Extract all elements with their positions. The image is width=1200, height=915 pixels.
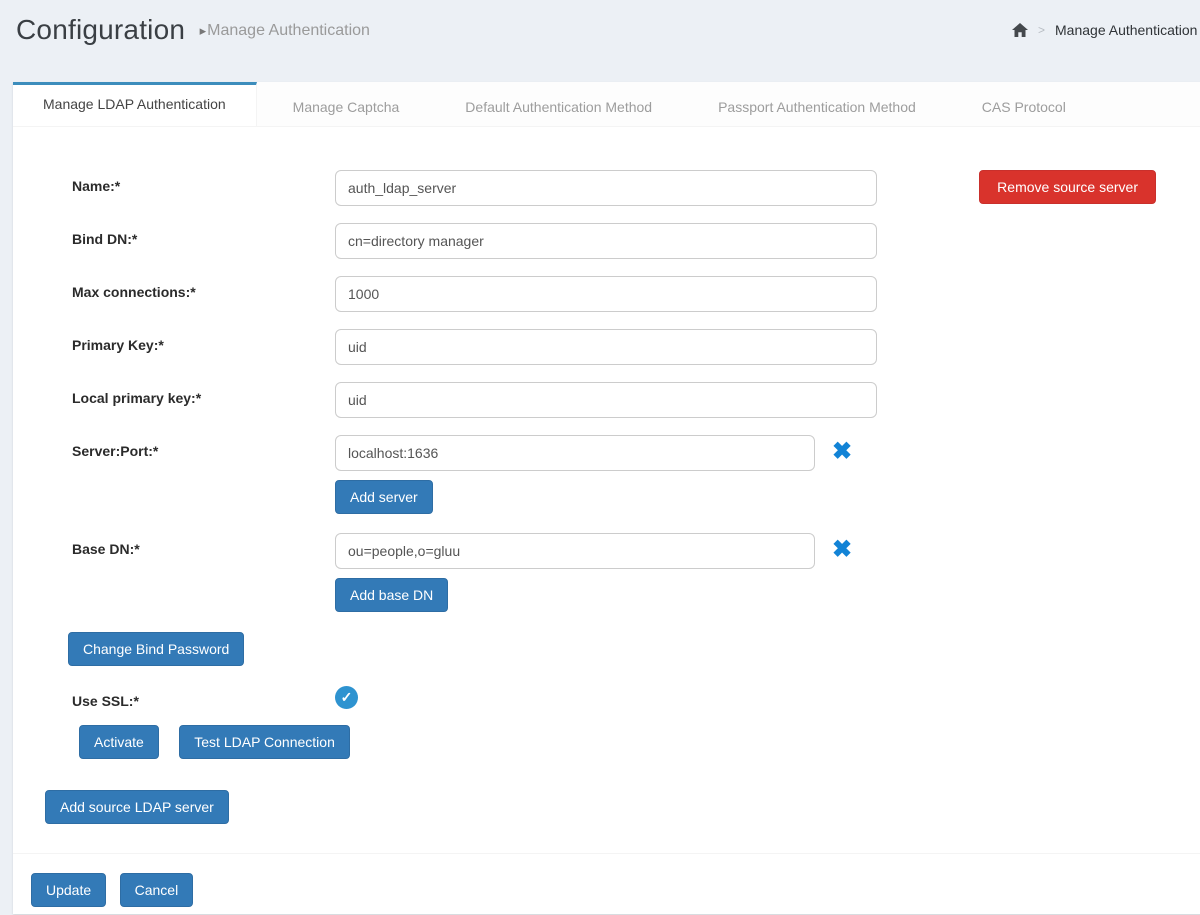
bind-dn-label: Bind DN:* (72, 223, 335, 259)
local-primary-key-input[interactable] (335, 382, 877, 418)
tabs-box: Manage LDAP Authentication Manage Captch… (13, 82, 1200, 914)
tab-default-authentication-method[interactable]: Default Authentication Method (435, 82, 682, 126)
add-base-dn-row: Add base DN (335, 578, 1188, 612)
tab-manage-captcha[interactable]: Manage Captcha (263, 82, 430, 126)
tab-cas-protocol[interactable]: CAS Protocol (952, 82, 1096, 126)
form-row-server-port: Server:Port:* ✖ (72, 435, 1188, 471)
local-primary-key-label: Local primary key:* (72, 382, 335, 418)
form-row-base-dn: Base DN:* ✖ (72, 533, 1188, 569)
use-ssl-label: Use SSL:* (72, 685, 335, 709)
form-row-bind-dn: Bind DN:* (72, 223, 1188, 259)
breadcrumb-item[interactable]: Manage Authentication (1055, 22, 1197, 38)
add-server-row: Add server (335, 480, 1188, 514)
cancel-button[interactable]: Cancel (120, 873, 194, 907)
home-icon[interactable] (1012, 23, 1028, 38)
test-ldap-connection-button[interactable]: Test LDAP Connection (179, 725, 350, 759)
base-dn-label: Base DN:* (72, 533, 335, 569)
change-bind-password-row: Change Bind Password (68, 632, 1188, 666)
server-port-label: Server:Port:* (72, 435, 335, 471)
page-header: Configuration ▸Manage Authentication > M… (0, 0, 1200, 82)
page-title: Configuration (16, 14, 185, 46)
breadcrumb: > Manage Authentication (1012, 22, 1197, 38)
page-subtitle: ▸Manage Authentication (200, 22, 370, 40)
form-row-use-ssl: Use SSL:* ✓ (72, 685, 1188, 709)
update-button[interactable]: Update (31, 873, 106, 907)
caret-right-icon: ▸ (200, 23, 207, 38)
form-row-local-primary-key: Local primary key:* (72, 382, 1188, 418)
add-source-server-row: Add source LDAP server (45, 790, 1188, 824)
name-input[interactable] (335, 170, 877, 206)
page-subtitle-text: Manage Authentication (207, 22, 370, 39)
remove-server-icon[interactable]: ✖ (832, 438, 852, 471)
tab-manage-ldap-authentication[interactable]: Manage LDAP Authentication (13, 82, 257, 126)
bind-dn-input[interactable] (335, 223, 877, 259)
breadcrumb-separator: > (1038, 23, 1045, 37)
max-connections-label: Max connections:* (72, 276, 335, 312)
add-server-button[interactable]: Add server (335, 480, 433, 514)
form-row-max-connections: Max connections:* (72, 276, 1188, 312)
activate-button[interactable]: Activate (79, 725, 159, 759)
use-ssl-checkbox[interactable]: ✓ (335, 686, 358, 709)
add-source-ldap-server-button[interactable]: Add source LDAP server (45, 790, 229, 824)
ldap-action-row: Activate Test LDAP Connection (79, 725, 1188, 759)
server-port-input[interactable] (335, 435, 815, 471)
form-row-primary-key: Primary Key:* (72, 329, 1188, 365)
add-base-dn-button[interactable]: Add base DN (335, 578, 448, 612)
remove-base-dn-icon[interactable]: ✖ (832, 536, 852, 569)
remove-source-server-button[interactable]: Remove source server (979, 170, 1156, 204)
base-dn-input[interactable] (335, 533, 815, 569)
form-footer: Update Cancel (13, 853, 1200, 914)
tab-bar: Manage LDAP Authentication Manage Captch… (13, 82, 1200, 127)
primary-key-input[interactable] (335, 329, 877, 365)
tab-passport-authentication-method[interactable]: Passport Authentication Method (688, 82, 946, 126)
ldap-authentication-form: Remove source server Name:* Bind DN:* Ma… (13, 127, 1200, 853)
primary-key-label: Primary Key:* (72, 329, 335, 365)
name-label: Name:* (72, 170, 335, 206)
change-bind-password-button[interactable]: Change Bind Password (68, 632, 244, 666)
max-connections-input[interactable] (335, 276, 877, 312)
